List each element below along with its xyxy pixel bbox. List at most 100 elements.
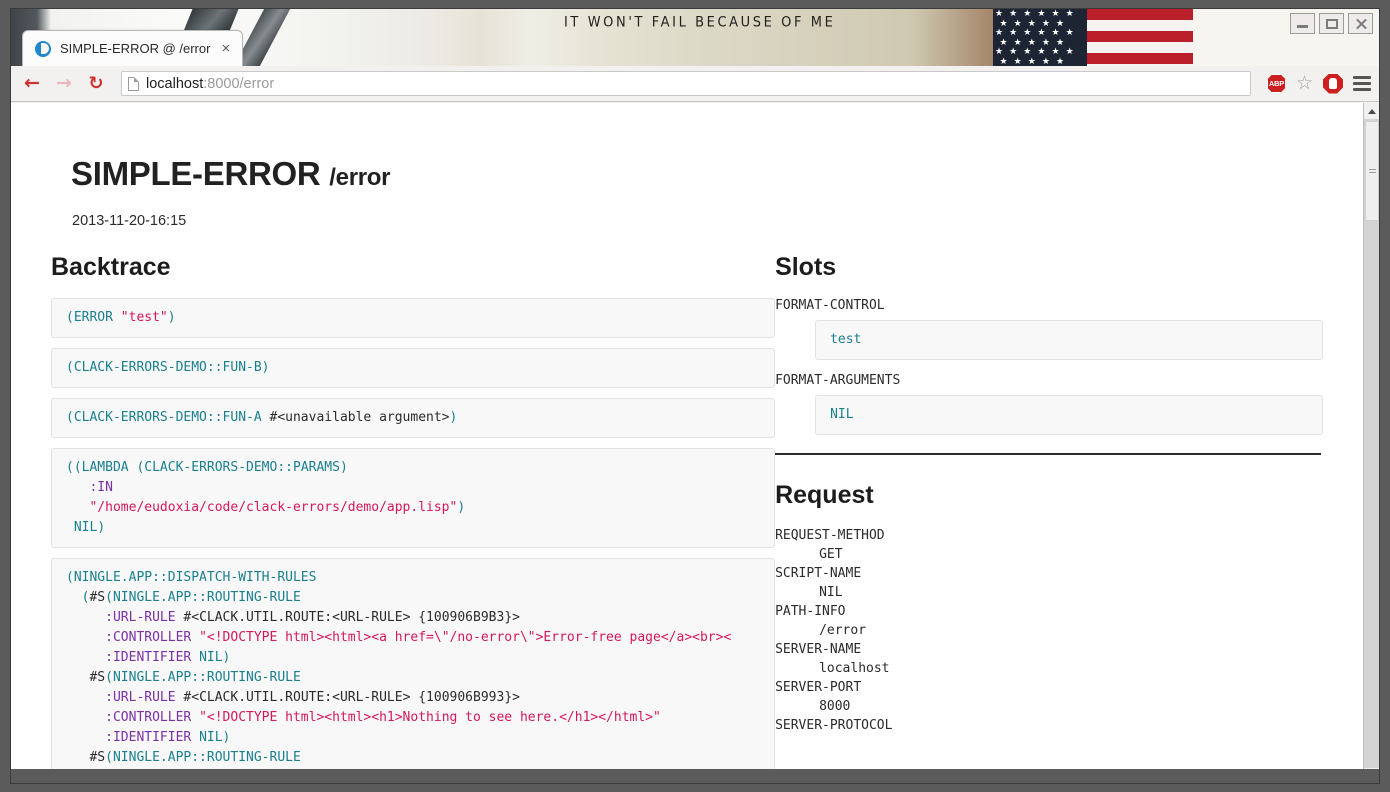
code-token-par: ( bbox=[81, 590, 90, 605]
slot-name: FORMAT-CONTROL bbox=[775, 298, 885, 313]
menu-hamburger-icon[interactable] bbox=[1353, 76, 1371, 91]
browser-toolbar: ← → ↻ localhost:8000/error ABP ☆ bbox=[11, 66, 1379, 102]
request-key: SCRIPT-NAME bbox=[775, 566, 862, 581]
code-token-str: "test" bbox=[120, 310, 168, 325]
two-column-layout: Backtrace (ERROR "test") (CLACK-ERRORS-DE… bbox=[51, 253, 1323, 783]
code-token-pl: #<CLACK.UTIL.ROUTE:<URL-RULE> {100906B9B… bbox=[175, 610, 520, 625]
slot-list: FORMAT-CONTROL test FORMAT-ARGUMENTS NIL bbox=[775, 298, 1323, 435]
reload-icon[interactable]: ↻ bbox=[83, 71, 109, 97]
code-token-pl: #S bbox=[89, 670, 106, 685]
code-token-par: ( bbox=[105, 750, 113, 765]
minimize-button[interactable] bbox=[1290, 13, 1315, 34]
vertical-scrollbar[interactable] bbox=[1363, 103, 1379, 783]
code-token-par: ( bbox=[66, 570, 74, 585]
backtrace-frame: (NINGLE.APP::DISPATCH-WITH-RULES (#S(NIN… bbox=[51, 558, 776, 783]
backtrace-frame-list: (ERROR "test") (CLACK-ERRORS-DEMO::FUN-B)… bbox=[51, 298, 776, 783]
request-key: SERVER-PROTOCOL bbox=[775, 718, 893, 733]
code-token-sym: CLACK-ERRORS-DEMO::PARAMS bbox=[144, 460, 340, 475]
request-heading: Request bbox=[775, 481, 874, 509]
url-path: :8000/error bbox=[203, 75, 275, 92]
request-value: GET bbox=[819, 547, 843, 562]
backtrace-frame: ((LAMBDA (CLACK-ERRORS-DEMO::PARAMS) :IN… bbox=[51, 448, 776, 548]
browser-tab[interactable]: SIMPLE-ERROR @ /error × bbox=[22, 30, 244, 66]
maximize-button[interactable] bbox=[1319, 13, 1344, 34]
tab-title: SIMPLE-ERROR @ /error bbox=[60, 41, 211, 56]
code-token-par: ) bbox=[449, 410, 458, 425]
url-text: localhost:8000/error bbox=[146, 76, 274, 92]
adblock-plus-icon[interactable]: ABP bbox=[1266, 74, 1286, 93]
lisp-favicon-icon bbox=[35, 40, 51, 57]
backtrace-column: Backtrace (ERROR "test") (CLACK-ERRORS-DE… bbox=[51, 253, 776, 783]
error-page: SIMPLE-ERROR /error 2013-11-20-16:15 Bac… bbox=[11, 103, 1363, 783]
code-token-par: ( bbox=[105, 590, 113, 605]
scrollbar-thumb[interactable] bbox=[1365, 121, 1379, 221]
code-token-sym: NIL bbox=[73, 520, 98, 535]
page-title: SIMPLE-ERROR /error bbox=[71, 155, 1323, 193]
request-entry-list: REQUEST-METHOD GET SCRIPT-NAME NIL PATH-INFO… bbox=[775, 526, 1323, 735]
code-token-pl: #S bbox=[89, 750, 106, 765]
request-key: REQUEST-METHOD bbox=[775, 528, 885, 543]
code-token-pl: #<unavailable argument> bbox=[261, 410, 450, 425]
browser-window: IT WON'T FAIL BECAUSE OF ME ★ ★ ★ ★ ★ ★ … bbox=[10, 8, 1380, 784]
code-token-par: ( bbox=[66, 410, 74, 425]
slot-value: NIL bbox=[815, 395, 1323, 435]
desktop: IT WON'T FAIL BECAUSE OF ME ★ ★ ★ ★ ★ ★ … bbox=[0, 0, 1390, 792]
window-bottom-bar bbox=[11, 769, 1379, 783]
request-value: localhost bbox=[819, 661, 890, 676]
code-token-sym: NINGLE.APP::DISPATCH-WITH-RULES bbox=[73, 570, 317, 585]
code-token-pl: #S bbox=[89, 590, 106, 605]
address-bar[interactable]: localhost:8000/error bbox=[121, 71, 1251, 96]
forward-arrow-icon[interactable]: → bbox=[51, 71, 77, 97]
backtrace-frame: (CLACK-ERRORS-DEMO::FUN-B) bbox=[51, 348, 776, 388]
code-token-par: ( bbox=[66, 360, 74, 375]
noscript-stop-icon[interactable] bbox=[1323, 73, 1343, 94]
request-value: 8000 bbox=[819, 699, 851, 714]
code-token-par: ( bbox=[105, 670, 113, 685]
slot-value: test bbox=[815, 320, 1323, 360]
code-token-sym: NINGLE.APP::ROUTING-RULE bbox=[112, 590, 301, 605]
request-key: SERVER-NAME bbox=[775, 642, 862, 657]
request-key: PATH-INFO bbox=[775, 604, 846, 619]
code-token-kw: :URL-RULE bbox=[105, 690, 176, 705]
close-window-button[interactable] bbox=[1348, 13, 1373, 34]
section-divider bbox=[775, 453, 1322, 455]
code-token-par: ( bbox=[128, 460, 145, 475]
code-token-sym: LAMBDA bbox=[81, 460, 129, 475]
code-token-kw: :IDENTIFIER bbox=[105, 650, 192, 665]
content-viewport: SIMPLE-ERROR /error 2013-11-20-16:15 Bac… bbox=[11, 103, 1379, 783]
back-arrow-icon[interactable]: ← bbox=[19, 71, 45, 97]
scroll-up-arrow-icon[interactable] bbox=[1364, 103, 1379, 119]
slots-and-request-column: Slots FORMAT-CONTROL test FORMAT-ARGUMENTS… bbox=[775, 253, 1323, 783]
code-token-str: "<!DOCTYPE html><html><h1>Nothing to see… bbox=[199, 710, 661, 725]
url-host: localhost bbox=[146, 75, 204, 92]
code-token-sym: ERROR bbox=[73, 310, 113, 325]
bookmark-star-icon[interactable]: ☆ bbox=[1296, 74, 1313, 93]
code-token-str: "/home/eudoxia/code/clack-errors/demo/ap… bbox=[89, 500, 458, 515]
backtrace-frame: (ERROR "test") bbox=[51, 298, 776, 338]
error-timestamp: 2013-11-20-16:15 bbox=[72, 213, 187, 229]
backtrace-heading: Backtrace bbox=[51, 253, 171, 281]
close-tab-icon[interactable]: × bbox=[219, 41, 232, 56]
code-token-par: ) bbox=[97, 520, 106, 535]
error-condition-name: SIMPLE-ERROR bbox=[71, 155, 321, 192]
toolbar-extensions: ABP ☆ bbox=[1257, 73, 1371, 94]
code-token-str: "<!DOCTYPE html><html><a href=\"/no-erro… bbox=[199, 630, 732, 645]
code-token-par: ) bbox=[261, 360, 270, 375]
error-path: /error bbox=[329, 164, 391, 191]
code-token-kw: :URL-RULE bbox=[105, 610, 176, 625]
code-token-sym: NINGLE.APP::ROUTING-RULE bbox=[112, 670, 301, 685]
page-content: SIMPLE-ERROR /error 2013-11-20-16:15 Bac… bbox=[11, 103, 1363, 783]
request-value: /error bbox=[819, 623, 867, 638]
